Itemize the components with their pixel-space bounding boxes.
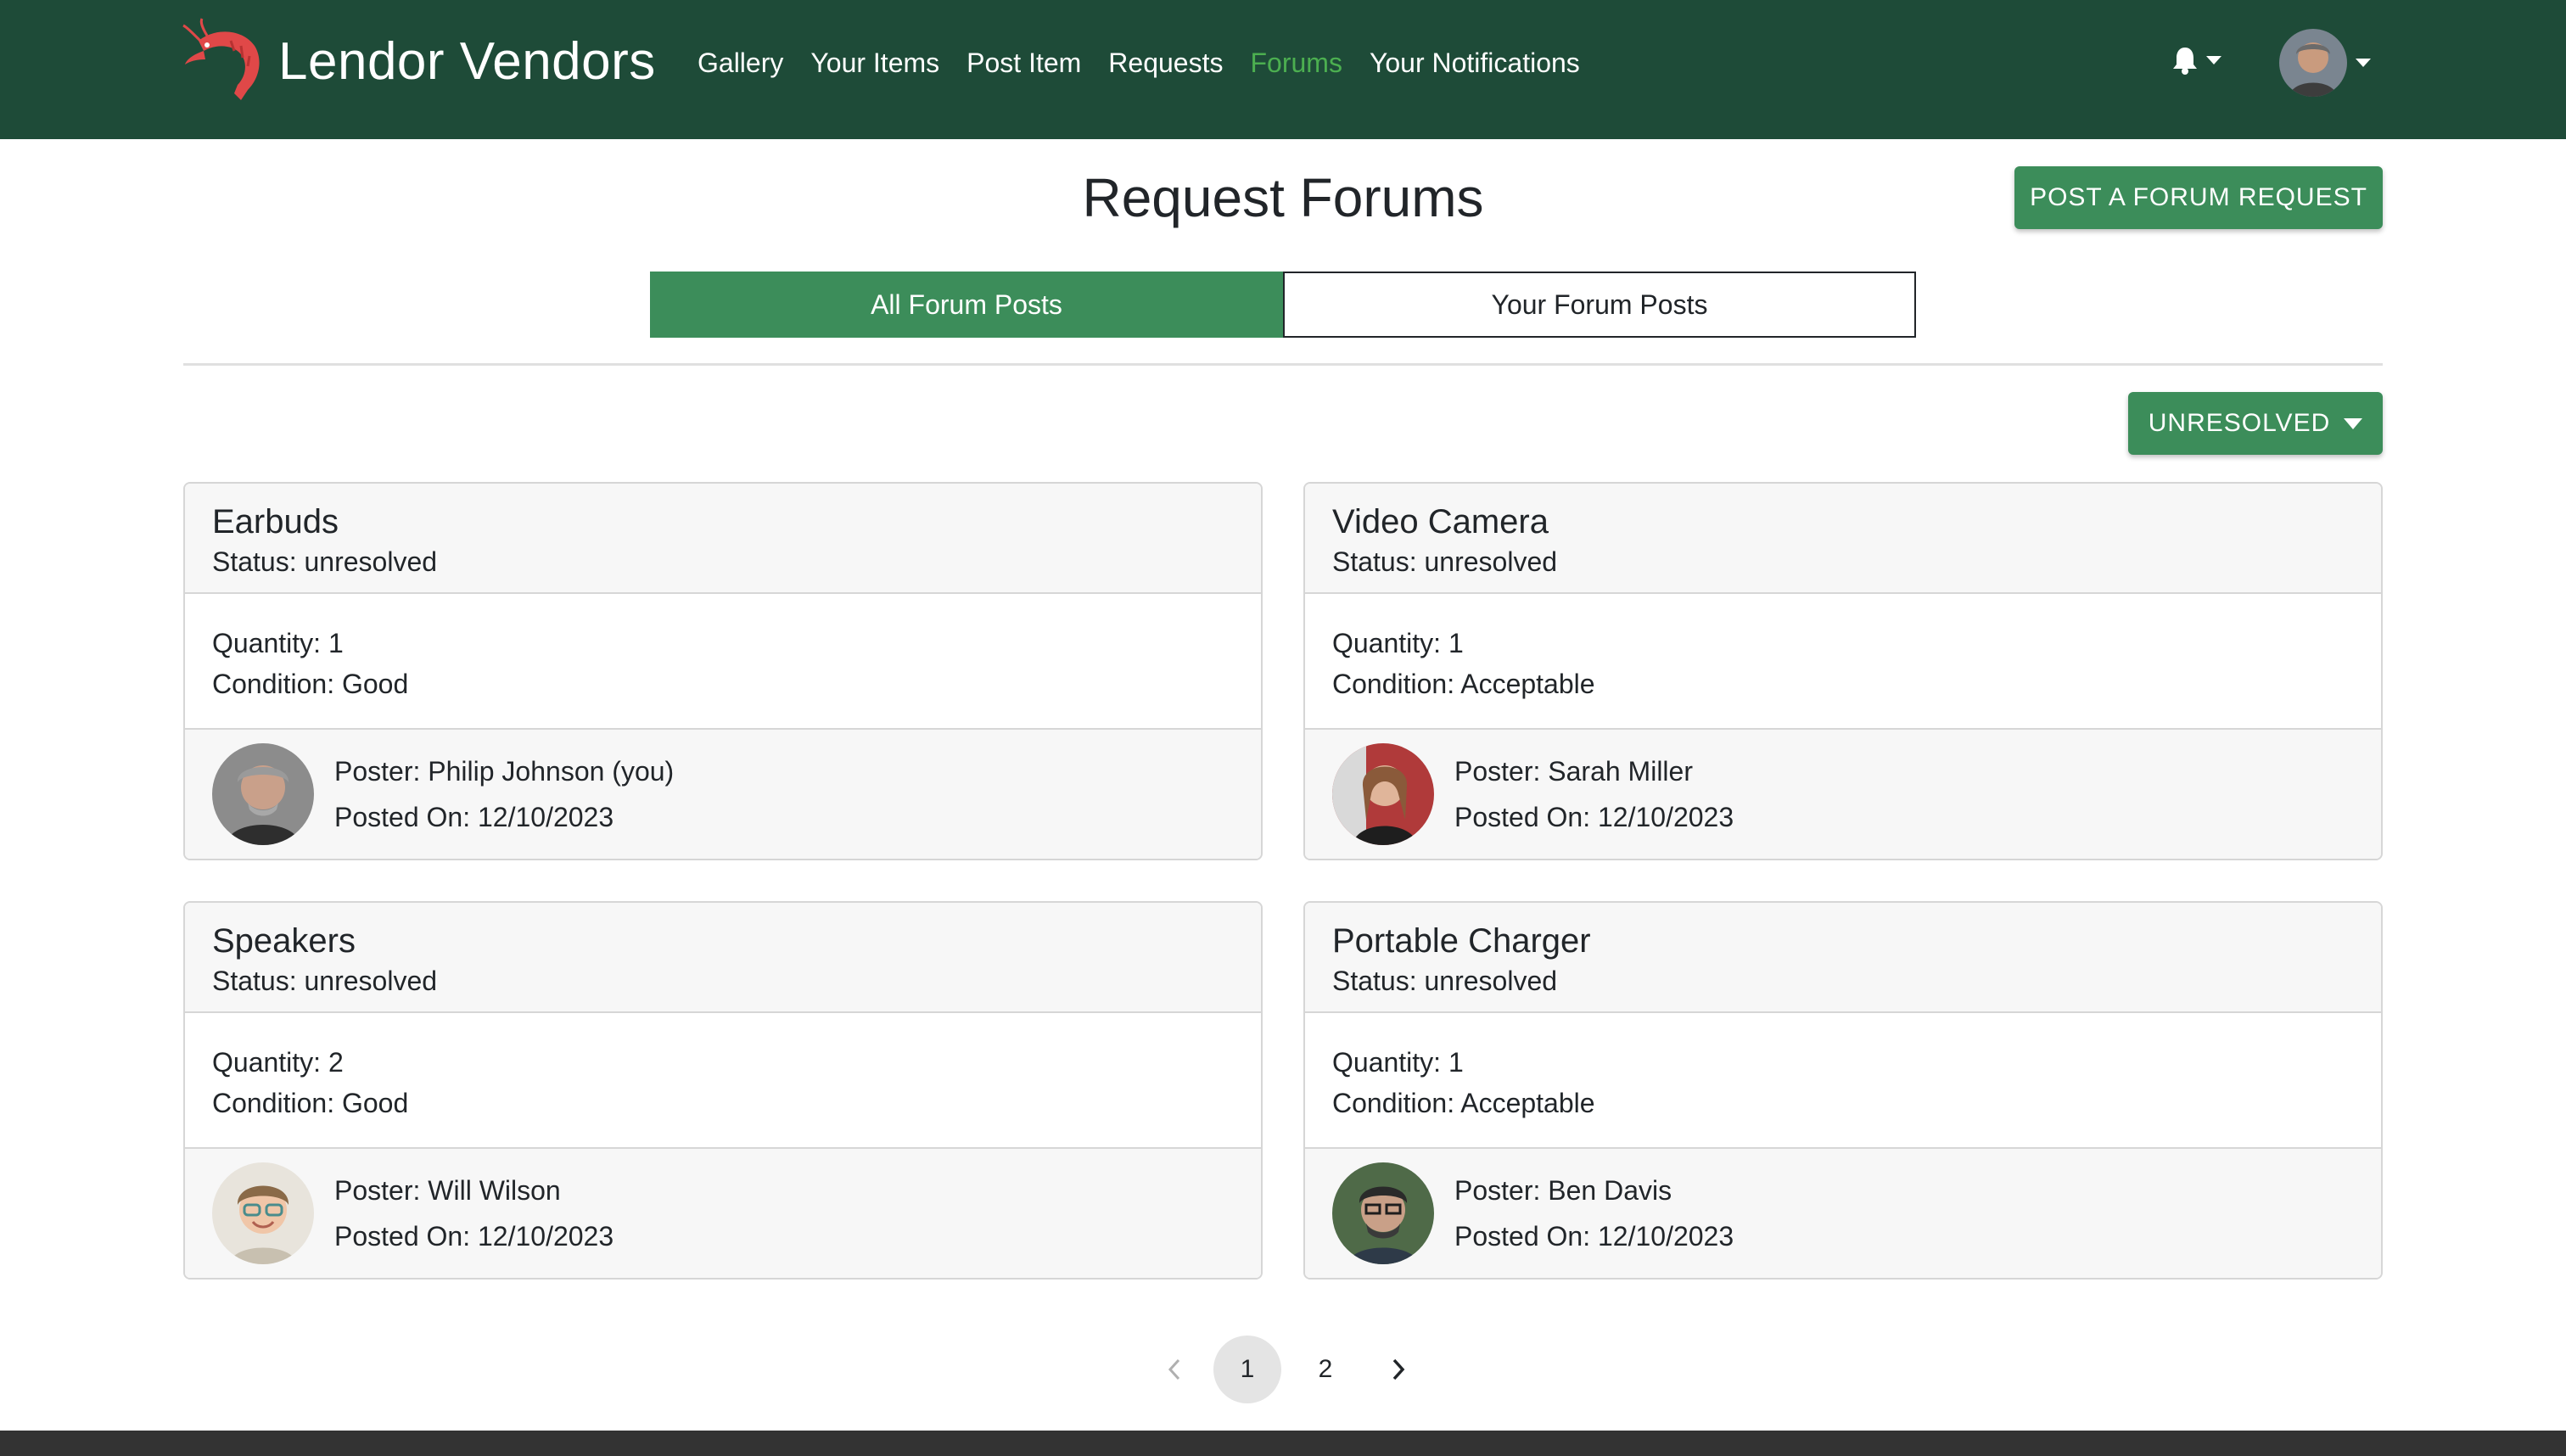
posted-on-date: Posted On: 12/10/2023 xyxy=(334,1221,614,1252)
forum-tabs: All Forum Posts Your Forum Posts xyxy=(650,272,1916,338)
poster-info: Poster: Ben Davis Posted On: 12/10/2023 xyxy=(1454,1168,1734,1259)
card-status: Status: unresolved xyxy=(1332,546,1558,577)
previous-page-button[interactable] xyxy=(1140,1336,1208,1403)
divider xyxy=(183,363,2383,366)
tab-your-forum-posts[interactable]: Your Forum Posts xyxy=(1283,272,1916,338)
card-body: Quantity: 1 Condition: Good xyxy=(185,594,1261,730)
forum-post-card[interactable]: Speakers Status: unresolved Quantity: 2 … xyxy=(183,901,1263,1280)
posted-on-date: Posted On: 12/10/2023 xyxy=(1454,802,1734,832)
card-title: Portable Charger xyxy=(1332,922,1591,960)
nav-link-forums[interactable]: Forums xyxy=(1250,44,1342,81)
brand-home-link[interactable]: Lendor Vendors xyxy=(182,17,656,105)
poster-avatar xyxy=(212,1162,314,1264)
card-header: Portable Charger Status: unresolved xyxy=(1305,903,2381,1013)
poster-info: Poster: Sarah Miller Posted On: 12/10/20… xyxy=(1454,748,1734,840)
page-footer xyxy=(0,1431,2566,1456)
nav-link-gallery[interactable]: Gallery xyxy=(698,44,783,81)
chevron-right-icon xyxy=(1392,1358,1405,1380)
card-title: Speakers xyxy=(212,922,356,960)
card-footer: Poster: Philip Johnson (you) Posted On: … xyxy=(185,730,1261,859)
post-forum-request-button[interactable]: POST A FORUM REQUEST xyxy=(2014,166,2383,229)
page-button-1[interactable]: 1 xyxy=(1213,1336,1281,1403)
nav-link-your-items[interactable]: Your Items xyxy=(810,44,939,81)
bell-icon xyxy=(2173,48,2197,75)
forum-post-card[interactable]: Video Camera Status: unresolved Quantity… xyxy=(1303,482,2383,860)
card-condition: Condition: Acceptable xyxy=(1332,1088,1595,1118)
poster-info: Poster: Philip Johnson (you) Posted On: … xyxy=(334,748,674,840)
chevron-left-icon xyxy=(1168,1358,1180,1380)
poster-avatar xyxy=(1332,1162,1434,1264)
tab-all-forum-posts[interactable]: All Forum Posts xyxy=(650,272,1283,338)
poster-name: Poster: Sarah Miller xyxy=(1454,756,1693,787)
card-status: Status: unresolved xyxy=(212,546,438,577)
nav-link-your-notifications[interactable]: Your Notifications xyxy=(1370,44,1580,81)
page-button-2[interactable]: 2 xyxy=(1291,1336,1359,1403)
next-page-button[interactable] xyxy=(1364,1336,1432,1403)
status-filter-dropdown[interactable]: UNRESOLVED xyxy=(2128,392,2383,455)
user-avatar xyxy=(2279,29,2347,97)
poster-avatar xyxy=(1332,743,1434,845)
nav-links: Gallery Your Items Post Item Requests Fo… xyxy=(698,44,1607,81)
card-header: Video Camera Status: unresolved xyxy=(1305,484,2381,594)
card-status: Status: unresolved xyxy=(1332,966,1558,996)
card-quantity: Quantity: 1 xyxy=(1332,1047,1464,1078)
brand-name: Lendor Vendors xyxy=(278,31,656,91)
card-condition: Condition: Good xyxy=(212,1088,409,1118)
poster-info: Poster: Will Wilson Posted On: 12/10/202… xyxy=(334,1168,613,1259)
pagination: 1 2 xyxy=(1140,1336,1432,1403)
top-navbar: Lendor Vendors Gallery Your Items Post I… xyxy=(0,0,2566,139)
poster-name: Poster: Ben Davis xyxy=(1454,1175,1672,1206)
card-footer: Poster: Will Wilson Posted On: 12/10/202… xyxy=(185,1149,1261,1278)
card-title: Earbuds xyxy=(212,503,339,540)
forum-post-card[interactable]: Portable Charger Status: unresolved Quan… xyxy=(1303,901,2383,1280)
card-body: Quantity: 1 Condition: Acceptable xyxy=(1305,594,2381,730)
card-footer: Poster: Ben Davis Posted On: 12/10/2023 xyxy=(1305,1149,2381,1278)
card-body: Quantity: 2 Condition: Good xyxy=(185,1013,1261,1149)
chevron-down-icon xyxy=(2356,59,2371,67)
status-filter-label: UNRESOLVED xyxy=(2148,409,2331,437)
card-condition: Condition: Acceptable xyxy=(1332,669,1595,699)
forum-post-card[interactable]: Earbuds Status: unresolved Quantity: 1 C… xyxy=(183,482,1263,860)
card-quantity: Quantity: 1 xyxy=(1332,628,1464,658)
caret-down-icon xyxy=(2344,417,2363,429)
poster-avatar xyxy=(212,743,314,845)
notifications-dropdown-toggle[interactable] xyxy=(2172,46,2221,75)
card-header: Earbuds Status: unresolved xyxy=(185,484,1261,594)
poster-name: Poster: Philip Johnson (you) xyxy=(334,756,675,787)
card-condition: Condition: Good xyxy=(212,669,409,699)
profile-dropdown-toggle[interactable] xyxy=(2279,29,2371,97)
card-header: Speakers Status: unresolved xyxy=(185,903,1261,1013)
card-footer: Poster: Sarah Miller Posted On: 12/10/20… xyxy=(1305,730,2381,859)
card-body: Quantity: 1 Condition: Acceptable xyxy=(1305,1013,2381,1149)
posted-on-date: Posted On: 12/10/2023 xyxy=(334,802,614,832)
poster-name: Poster: Will Wilson xyxy=(334,1175,561,1206)
card-title: Video Camera xyxy=(1332,503,1549,540)
posted-on-date: Posted On: 12/10/2023 xyxy=(1454,1221,1734,1252)
card-quantity: Quantity: 2 xyxy=(212,1047,344,1078)
nav-link-requests[interactable]: Requests xyxy=(1108,44,1223,81)
chevron-down-icon xyxy=(2206,56,2221,64)
card-status: Status: unresolved xyxy=(212,966,438,996)
card-quantity: Quantity: 1 xyxy=(212,628,344,658)
nav-link-post-item[interactable]: Post Item xyxy=(966,44,1081,81)
shrimp-logo-icon xyxy=(182,18,260,101)
